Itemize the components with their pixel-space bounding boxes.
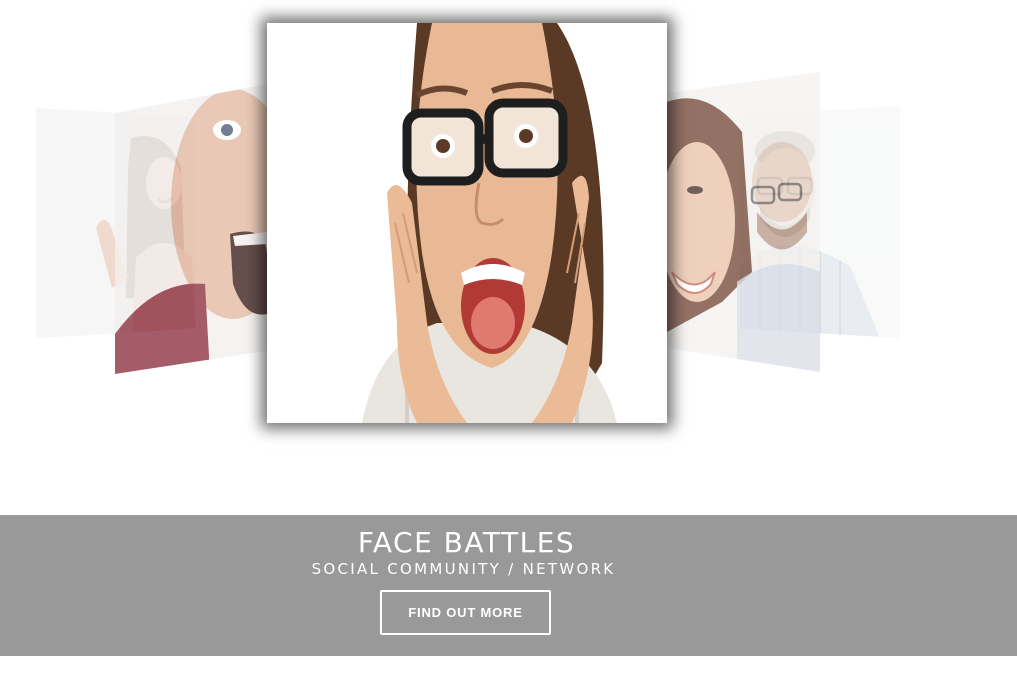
carousel-slide-left[interactable] [115,84,267,374]
slide-photo-screaming-woman [267,23,667,423]
banner-subtitle: SOCIAL COMMUNITY / NETWORK [311,560,616,578]
carousel-slide-right[interactable] [667,72,820,372]
banner-title: FACE BATTLES [357,526,576,559]
hero-banner: FACE BATTLES SOCIAL COMMUNITY / NETWORK … [0,515,1017,656]
slide-photo-smiling-woman [667,72,820,372]
slide-photo-shouting-man [115,84,267,374]
hero-section: FACE BATTLES SOCIAL COMMUNITY / NETWORK … [0,0,1017,683]
carousel-slide-active[interactable] [267,23,667,423]
find-out-more-button[interactable]: FIND OUT MORE [380,590,551,635]
